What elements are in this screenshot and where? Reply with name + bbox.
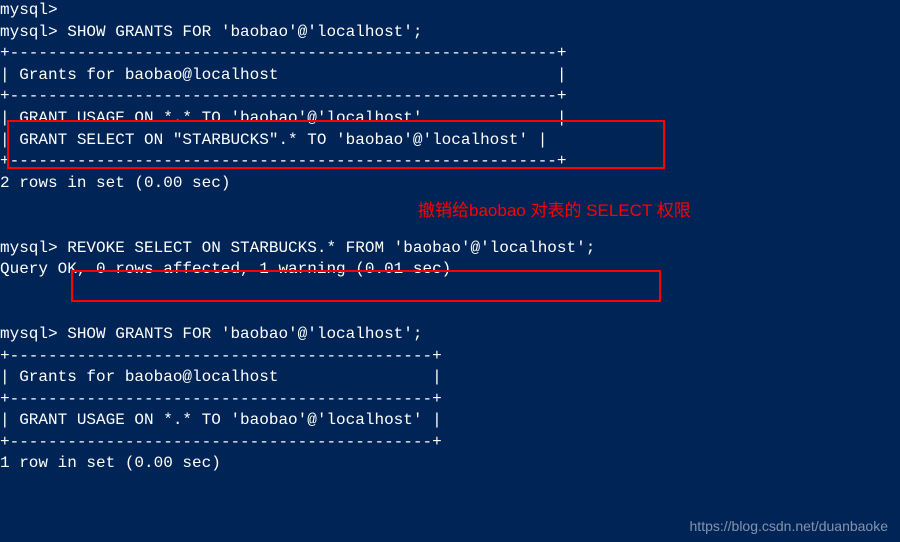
grant-row-usage-2: | GRANT USAGE ON *.* TO 'baobao'@'localh… (0, 411, 442, 429)
table-border-bottom-1: +---------------------------------------… (0, 152, 567, 170)
result-summary-1: 2 rows in set (0.00 sec) (0, 174, 230, 192)
table-border-bottom-2: +---------------------------------------… (0, 433, 442, 451)
command-show-grants-1: mysql> SHOW GRANTS FOR 'baobao'@'localho… (0, 23, 422, 41)
result-summary-2: 1 row in set (0.00 sec) (0, 454, 221, 472)
table-border-top-2: +---------------------------------------… (0, 347, 442, 365)
command-show-grants-2: mysql> SHOW GRANTS FOR 'baobao'@'localho… (0, 325, 422, 343)
table-border-mid-2: +---------------------------------------… (0, 390, 442, 408)
annotation-text: 撤销给baobao 对表的 SELECT 权限 (418, 200, 691, 223)
grant-row-select: | GRANT SELECT ON "STARBUCKS".* TO 'baob… (0, 131, 547, 149)
table-header-1: | Grants for baobao@localhost | (0, 66, 567, 84)
watermark-text: https://blog.csdn.net/duanbaoke (690, 517, 888, 536)
prompt-line: mysql> (0, 1, 58, 19)
query-ok: Query OK, 0 rows affected, 1 warning (0.… (0, 260, 451, 278)
table-border-mid-1: +---------------------------------------… (0, 87, 567, 105)
table-header-2: | Grants for baobao@localhost | (0, 368, 442, 386)
table-border-top-1: +---------------------------------------… (0, 44, 567, 62)
command-revoke: mysql> REVOKE SELECT ON STARBUCKS.* FROM… (0, 239, 595, 257)
terminal-output[interactable]: mysql> mysql> SHOW GRANTS FOR 'baobao'@'… (0, 0, 900, 475)
grant-row-usage-1: | GRANT USAGE ON *.* TO 'baobao'@'localh… (0, 109, 567, 127)
